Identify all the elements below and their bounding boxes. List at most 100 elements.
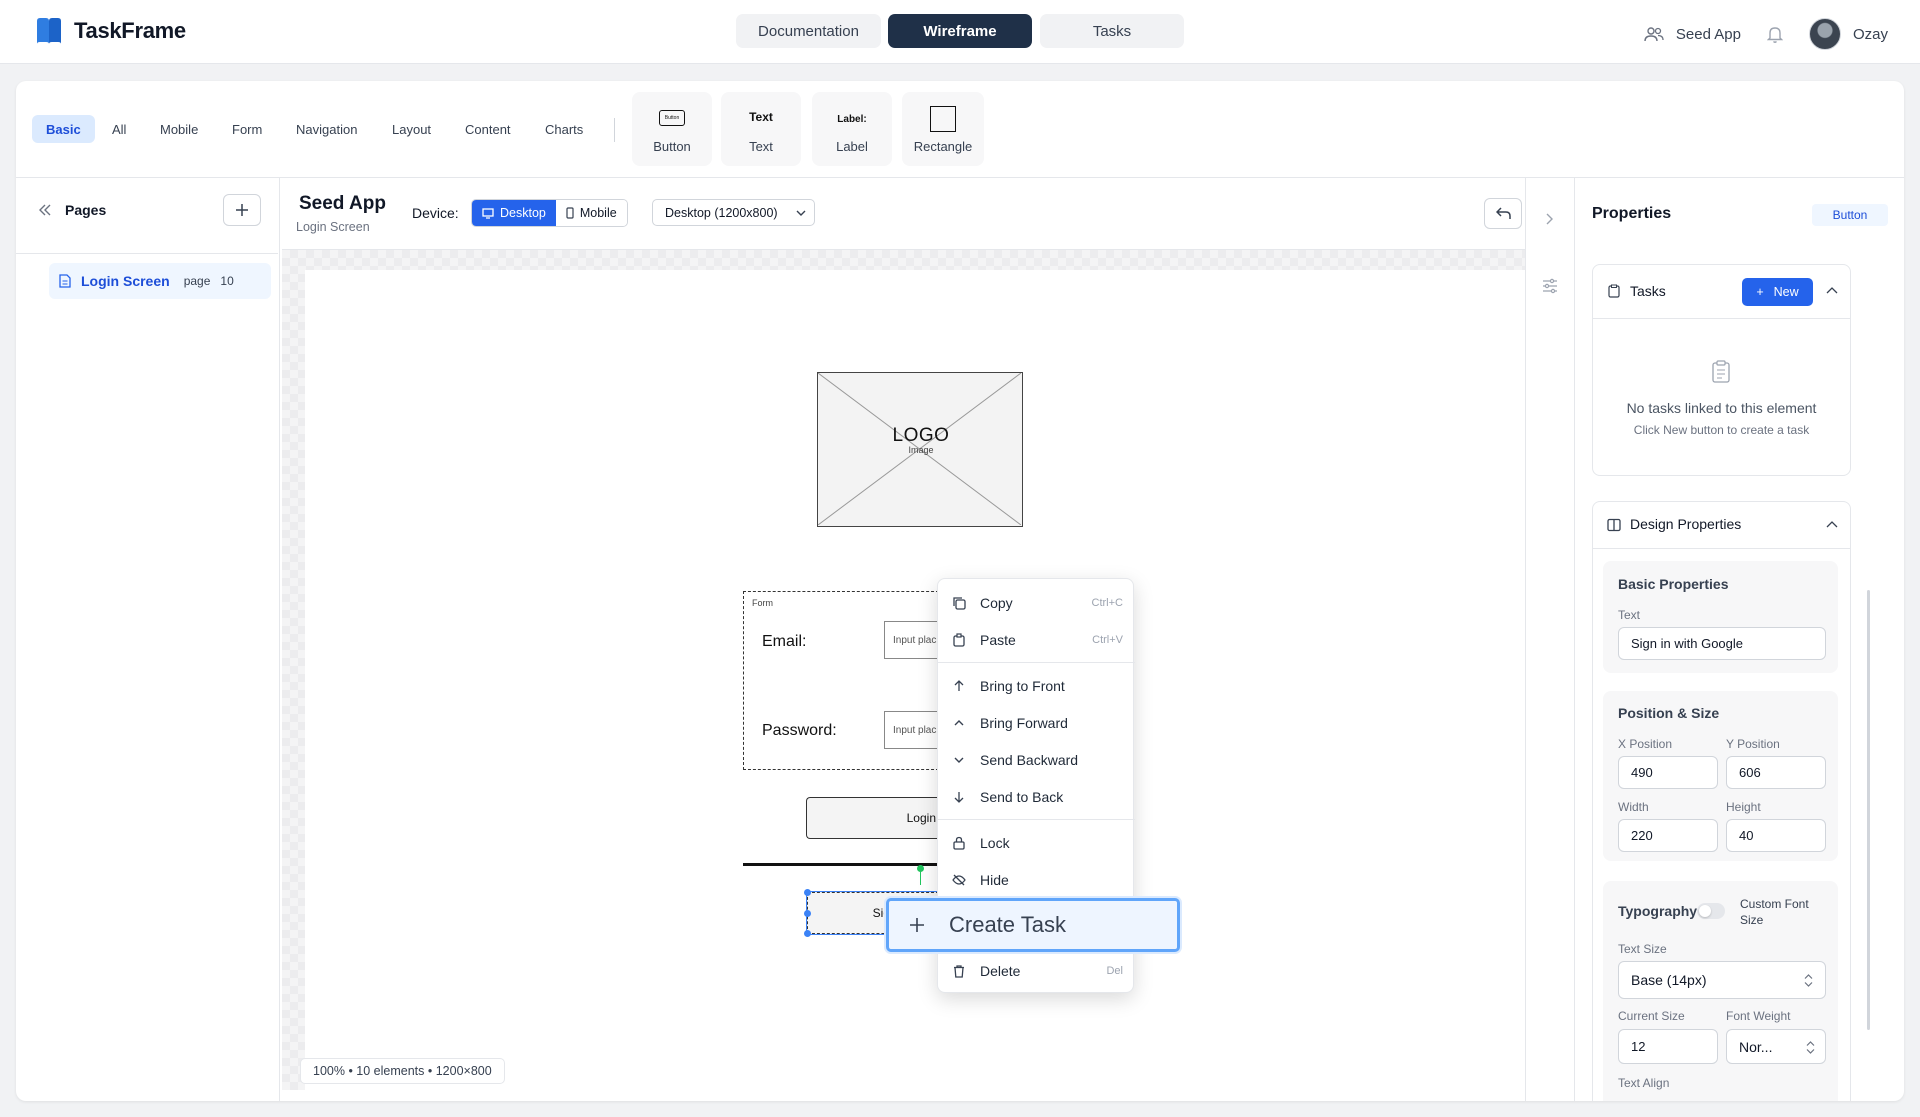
palette-item-rectangle[interactable]: Rectangle [902, 92, 984, 166]
device-mobile-button[interactable]: Mobile [555, 200, 627, 226]
y-position-input[interactable]: 606 [1726, 756, 1826, 789]
password-input[interactable]: Input plac [884, 711, 938, 749]
tab-wireframe[interactable]: Wireframe [888, 14, 1032, 48]
x-position-label: X Position [1618, 737, 1673, 751]
chevron-up-icon[interactable] [1826, 286, 1838, 296]
pages-title: Pages [65, 202, 107, 218]
tab-documentation[interactable]: Documentation [736, 14, 881, 48]
x-position-input[interactable]: 490 [1618, 756, 1718, 789]
menu-item-copy[interactable]: Copy Ctrl+C [938, 586, 1135, 620]
user-name[interactable]: Ozay [1853, 26, 1888, 43]
team-icon [1644, 26, 1664, 42]
project-name[interactable]: Seed App [1676, 26, 1741, 43]
add-page-button[interactable] [223, 194, 261, 226]
category-mobile[interactable]: Mobile [160, 115, 198, 143]
menu-item-bring-forward[interactable]: Bring Forward [938, 706, 1135, 740]
chevron-up-icon [954, 720, 964, 726]
resize-handle[interactable] [804, 910, 811, 917]
text-field[interactable]: Sign in with Google [1618, 627, 1826, 660]
category-basic[interactable]: Basic [32, 115, 95, 143]
email-input[interactable]: Input plac [884, 621, 938, 659]
basic-properties-title: Basic Properties [1618, 576, 1729, 592]
copy-icon [953, 597, 966, 610]
menu-item-bring-to-front[interactable]: Bring to Front [938, 669, 1135, 703]
custom-font-size-label: Custom Font Size [1740, 897, 1809, 927]
wireframe-logo-image[interactable]: LOGO Image [817, 372, 1023, 527]
device-desktop-button[interactable]: Desktop [472, 200, 556, 226]
columns-icon [1607, 518, 1621, 532]
current-size-input[interactable]: 12 [1618, 1029, 1718, 1064]
text-align-label: Text Align [1618, 1076, 1670, 1090]
menu-item-lock[interactable]: Lock [938, 826, 1135, 860]
resolution-select[interactable]: Desktop (1200x800) [652, 199, 815, 226]
palette-item-label: Rectangle [913, 139, 973, 154]
current-size-label: Current Size [1618, 1009, 1685, 1023]
properties-scrollbar[interactable] [1867, 590, 1870, 1030]
resize-handle[interactable] [804, 889, 811, 896]
logo-sublabel: Image [908, 445, 934, 455]
palette-item-text[interactable]: Text Text [721, 92, 801, 166]
project-title: Seed App [299, 193, 386, 214]
palette-item-label: Text [749, 139, 773, 154]
sliders-icon[interactable] [1542, 278, 1558, 294]
category-layout[interactable]: Layout [392, 115, 431, 143]
new-task-button[interactable]: + New [1742, 278, 1813, 306]
arrow-down-icon [954, 792, 964, 803]
chevron-down-icon [796, 210, 806, 216]
arrow-up-icon [954, 680, 964, 691]
wireframe-login-button[interactable]: Login [806, 797, 938, 839]
avatar[interactable] [1808, 18, 1841, 50]
height-label: Height [1726, 800, 1761, 814]
monitor-icon [482, 207, 494, 219]
undo-button[interactable] [1484, 198, 1522, 229]
updown-chevron-icon [1804, 974, 1813, 987]
chevron-right-icon[interactable] [1545, 212, 1555, 226]
category-charts[interactable]: Charts [545, 115, 583, 143]
logo-text: LOGO [892, 425, 950, 446]
device-toggle: Desktop Mobile [471, 199, 628, 227]
email-label: Email: [762, 633, 807, 650]
category-all[interactable]: All [112, 115, 126, 143]
top-right-controls: Seed App Ozay [1644, 18, 1888, 50]
chevron-down-icon [954, 757, 964, 763]
font-weight-select[interactable]: Nor... [1726, 1029, 1826, 1064]
tasks-title: Tasks [1630, 283, 1666, 299]
chevron-up-icon[interactable] [1826, 520, 1838, 530]
pages-panel [16, 178, 280, 1101]
plus-icon [236, 204, 248, 216]
resize-handle[interactable] [804, 930, 811, 937]
y-position-label: Y Position [1726, 737, 1780, 751]
width-input[interactable]: 220 [1618, 819, 1718, 852]
plus-icon [910, 918, 924, 932]
category-content[interactable]: Content [465, 115, 511, 143]
design-properties-title: Design Properties [1630, 516, 1742, 532]
height-input[interactable]: 40 [1726, 819, 1826, 852]
tab-tasks[interactable]: Tasks [1040, 14, 1184, 48]
category-navigation[interactable]: Navigation [296, 115, 357, 143]
text-size-select[interactable]: Base (14px) [1618, 961, 1826, 999]
bell-icon[interactable] [1766, 25, 1783, 43]
page-name: Login Screen [81, 273, 170, 289]
collapse-chevrons-icon[interactable] [38, 203, 52, 217]
menu-item-hide[interactable]: Hide [938, 863, 1135, 897]
menu-item-create-task[interactable]: Create Task [886, 898, 1180, 952]
properties-title: Properties [1592, 205, 1672, 222]
app-name: TaskFrame [74, 18, 186, 43]
page-item-login-screen[interactable]: Login Screen page 10 [49, 263, 271, 299]
palette-item-label[interactable]: Label: Label [812, 92, 892, 166]
form-label: Form [752, 598, 773, 608]
menu-item-send-to-back[interactable]: Send to Back [938, 780, 1135, 814]
menu-item-send-backward[interactable]: Send Backward [938, 743, 1135, 777]
rotate-handle[interactable] [917, 865, 924, 872]
undo-icon [1495, 207, 1511, 219]
menu-item-delete[interactable]: Delete Del [938, 954, 1135, 988]
page-count: 10 [220, 274, 234, 288]
empty-clipboard-icon [1711, 359, 1731, 383]
rectangle-preview-icon [930, 106, 956, 132]
palette-item-button[interactable]: Button Button [632, 92, 712, 166]
custom-font-size-toggle[interactable] [1697, 903, 1725, 919]
palette-item-label: Button [653, 139, 691, 154]
category-form[interactable]: Form [232, 115, 262, 143]
menu-item-paste[interactable]: Paste Ctrl+V [938, 623, 1135, 657]
paste-icon [953, 633, 965, 647]
